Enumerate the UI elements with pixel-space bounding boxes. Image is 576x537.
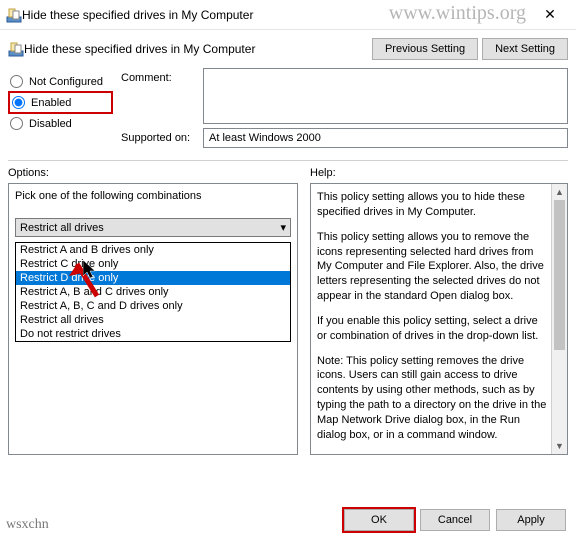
radio-enabled-label: Enabled <box>31 97 71 109</box>
dropdown-item[interactable]: Restrict all drives <box>16 313 290 327</box>
titlebar: Hide these specified drives in My Comput… <box>0 0 576 30</box>
supported-value: At least Windows 2000 <box>203 128 568 148</box>
cancel-button[interactable]: Cancel <box>420 509 490 531</box>
chevron-down-icon: ▾ <box>280 221 286 234</box>
policy-icon <box>6 7 22 23</box>
previous-setting-button[interactable]: Previous Setting <box>372 38 478 60</box>
radio-not-configured-input[interactable] <box>10 75 23 88</box>
help-scrollbar[interactable]: ▲ ▼ <box>551 184 567 454</box>
dropdown-item[interactable]: Restrict A, B, C and D drives only <box>16 299 290 313</box>
radio-not-configured-label: Not Configured <box>29 76 103 88</box>
help-p4: Note: This policy setting removes the dr… <box>317 354 547 443</box>
scroll-down-button[interactable]: ▼ <box>552 438 567 454</box>
scroll-thumb[interactable] <box>554 200 565 350</box>
options-label: Options: <box>8 167 298 183</box>
state-radio-group: Not Configured Enabled Disabled <box>8 68 113 152</box>
next-setting-button[interactable]: Next Setting <box>482 38 568 60</box>
apply-button[interactable]: Apply <box>496 509 566 531</box>
help-p3: If you enable this policy setting, selec… <box>317 314 547 344</box>
combo-value: Restrict all drives <box>20 222 104 234</box>
dropdown-item[interactable]: Restrict A and B drives only <box>16 243 290 257</box>
bottom-watermark: wsxchn <box>6 517 49 533</box>
help-label: Help: <box>310 167 568 183</box>
scroll-up-button[interactable]: ▲ <box>552 184 567 200</box>
supported-label: Supported on: <box>121 128 203 148</box>
close-button[interactable]: ✕ <box>530 6 570 23</box>
combo-dropdown-list[interactable]: Restrict A and B drives onlyRestrict C d… <box>15 242 291 342</box>
radio-enabled-input[interactable] <box>12 96 25 109</box>
help-p2: This policy setting allows you to remove… <box>317 230 547 304</box>
help-text: This policy setting allows you to hide t… <box>317 190 547 448</box>
dropdown-item[interactable]: Restrict D drive only <box>16 271 290 285</box>
combo-label: Pick one of the following combinations <box>15 190 291 202</box>
header-row: Hide these specified drives in My Comput… <box>8 38 568 60</box>
dropdown-item[interactable]: Do not restrict drives <box>16 327 290 341</box>
combo-restrict-drives[interactable]: Restrict all drives ▾ <box>15 218 291 237</box>
dropdown-item[interactable]: Restrict A, B and C drives only <box>16 285 290 299</box>
radio-enabled[interactable]: Enabled <box>8 91 113 114</box>
radio-disabled[interactable]: Disabled <box>8 114 113 133</box>
radio-disabled-label: Disabled <box>29 118 72 130</box>
comment-textarea[interactable] <box>203 68 568 124</box>
footer-buttons: OK Cancel Apply <box>344 509 566 531</box>
policy-icon <box>8 41 24 57</box>
options-box: Pick one of the following combinations R… <box>8 183 298 455</box>
help-p1: This policy setting allows you to hide t… <box>317 190 547 220</box>
help-box: This policy setting allows you to hide t… <box>310 183 568 455</box>
radio-disabled-input[interactable] <box>10 117 23 130</box>
dropdown-item[interactable]: Restrict C drive only <box>16 257 290 271</box>
radio-not-configured[interactable]: Not Configured <box>8 72 113 91</box>
window-title: Hide these specified drives in My Comput… <box>22 8 530 22</box>
comment-label: Comment: <box>121 68 203 124</box>
policy-name: Hide these specified drives in My Comput… <box>24 42 372 56</box>
ok-button[interactable]: OK <box>344 509 414 531</box>
